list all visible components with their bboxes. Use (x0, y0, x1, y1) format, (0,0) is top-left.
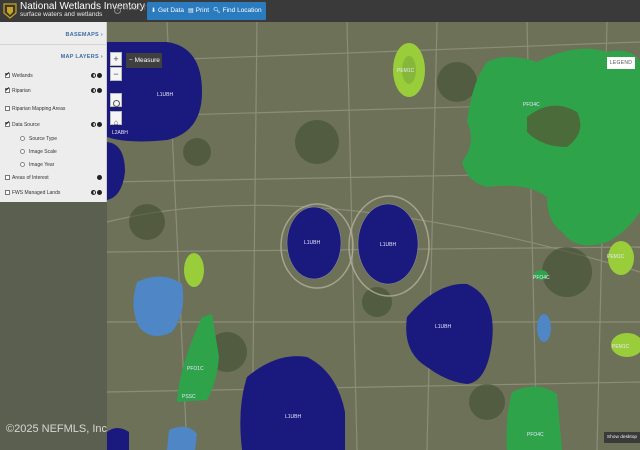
option-label: Image Year (29, 162, 55, 168)
map-layers-toggle[interactable]: MAP LAYERS › (61, 54, 103, 60)
map-label: PSSC (182, 394, 196, 400)
find-location-label: Find Location (222, 7, 262, 14)
show-desktop-button[interactable]: Show desktop (604, 432, 640, 443)
zoom-in-button[interactable]: + (110, 52, 122, 66)
option-label: Source Type (29, 136, 57, 142)
about-label: ABOUT (124, 6, 148, 12)
map-label: L1UBH (285, 414, 302, 420)
map-label: PEM1C (607, 254, 625, 260)
opacity-icon[interactable] (91, 88, 96, 93)
info-icon[interactable] (97, 190, 102, 195)
map-label: PFO4C (533, 275, 550, 281)
layer-fws-managed-lands[interactable]: FWS Managed Lands (5, 190, 60, 196)
checkbox[interactable] (5, 190, 10, 195)
legend-button[interactable]: LEGEND (607, 57, 635, 69)
layer-riparian[interactable]: Riparian (5, 86, 31, 94)
layer-fws-controls[interactable] (90, 190, 102, 197)
home-button[interactable]: ⌂ (110, 111, 122, 127)
print-label: Print (195, 7, 210, 14)
layer-label: Riparian (12, 88, 31, 94)
print-icon: ▤ (188, 8, 194, 14)
map-label: L1UBH (157, 92, 174, 98)
option-image-year[interactable]: Image Year (20, 162, 54, 168)
wetland-pfo4c-bottom (506, 386, 562, 450)
info-icon[interactable] (97, 73, 102, 78)
layer-riparian-mapping-areas[interactable]: Riparian Mapping Areas (5, 106, 65, 112)
map-label: PFO1C (187, 366, 204, 372)
chevron-right-icon: › (100, 32, 103, 38)
info-icon[interactable] (97, 88, 102, 93)
layer-label: Areas of Interest (12, 175, 49, 181)
watermark: ©2025 NEFMLS, Inc (6, 423, 108, 435)
search-icon: 🔍︎ (213, 8, 221, 14)
measure-button[interactable]: − Measure (126, 53, 162, 68)
map-layers-label: MAP LAYERS (60, 54, 100, 60)
checkbox[interactable] (5, 71, 10, 78)
map-label: L2ABH (112, 130, 128, 136)
layer-data-source-controls[interactable] (90, 122, 102, 129)
map-imagery (107, 22, 640, 450)
map-label: L1UBH (435, 324, 452, 330)
info-icon: i (114, 7, 121, 14)
get-data-label: Get Data (158, 7, 185, 14)
zoom-out-button[interactable]: − (110, 67, 122, 81)
layer-label: Data Source (12, 122, 40, 128)
info-icon[interactable] (97, 175, 102, 180)
basemaps-label: BASEMAPS (65, 32, 100, 38)
app-subtitle: surface waters and wetlands (20, 11, 103, 18)
wetland-pem1c-left (184, 253, 204, 287)
option-source-type[interactable]: Source Type (20, 136, 57, 142)
pond-small-right (537, 314, 551, 342)
layer-label: Riparian Mapping Areas (12, 106, 66, 112)
opacity-icon[interactable] (91, 73, 96, 78)
layer-label: Wetlands (12, 73, 33, 79)
download-icon: ⬇ (151, 8, 157, 14)
map-label: PFO4C (527, 432, 544, 438)
divider (0, 44, 106, 45)
layer-label: FWS Managed Lands (12, 190, 61, 196)
find-location-button[interactable]: 🔍︎ Find Location (209, 2, 266, 20)
app-header: National Wetlands Inventory surface wate… (0, 0, 640, 22)
option-image-scale[interactable]: Image Scale (20, 149, 57, 155)
locate-icon (112, 100, 120, 107)
layer-data-source[interactable]: Data Source (5, 120, 40, 128)
layer-aoi-controls[interactable] (96, 175, 102, 182)
layer-wetlands[interactable]: Wetlands (5, 71, 33, 79)
radio[interactable] (20, 162, 25, 167)
get-data-button[interactable]: ⬇ Get Data (147, 2, 189, 20)
fws-logo-icon (3, 3, 17, 19)
basemaps-toggle[interactable]: BASEMAPS › (65, 32, 103, 38)
option-label: Image Scale (29, 149, 57, 155)
checkbox[interactable] (5, 120, 10, 127)
info-icon[interactable] (97, 122, 102, 127)
layer-areas-of-interest[interactable]: Areas of Interest (5, 175, 49, 181)
checkbox[interactable] (5, 106, 10, 111)
map-canvas[interactable]: L1UBH L2ABH L1UBH L1UBH L1UBH L1UBH PFO4… (107, 22, 640, 450)
checkbox[interactable] (5, 175, 10, 180)
map-label: L1UBH (304, 240, 321, 246)
opacity-icon[interactable] (91, 190, 96, 195)
about-link[interactable]: i ABOUT (114, 6, 147, 14)
map-label: PEM1C (612, 344, 630, 350)
layer-riparian-controls[interactable] (90, 88, 102, 95)
radio[interactable] (20, 136, 25, 141)
measure-label: Measure (134, 57, 160, 64)
map-label: PEM1C (397, 68, 415, 74)
radio[interactable] (20, 149, 25, 154)
checkbox[interactable] (5, 86, 10, 93)
map-label: PFO4C (523, 102, 540, 108)
layer-wetlands-controls[interactable] (90, 73, 102, 80)
home-icon: ⌂ (113, 118, 119, 127)
chevron-down-icon: › (100, 54, 103, 60)
opacity-icon[interactable] (91, 122, 96, 127)
sidebar: BASEMAPS › MAP LAYERS › Wetlands Riparia… (0, 22, 107, 202)
map-label: L1UBH (380, 242, 397, 248)
locate-button[interactable] (110, 93, 122, 107)
